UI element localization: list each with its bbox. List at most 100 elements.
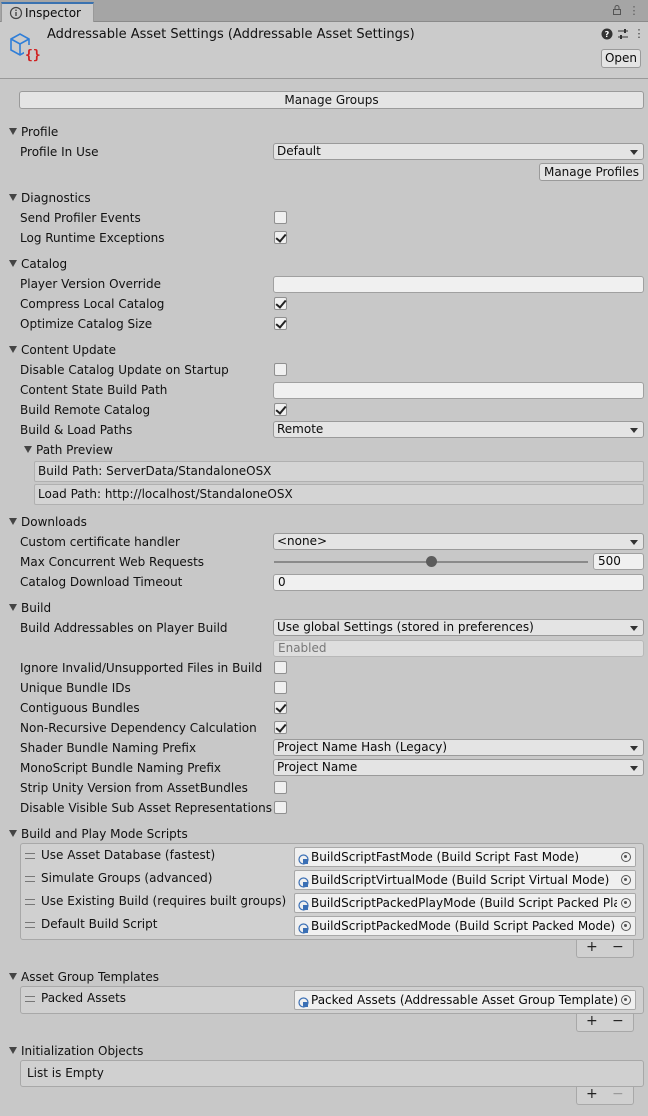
section-asset-group-templates[interactable]: Asset Group Templates (9, 970, 159, 984)
section-downloads[interactable]: Downloads (9, 515, 87, 529)
open-button[interactable]: Open (601, 49, 641, 68)
strip-unity-version-checkbox[interactable] (274, 781, 287, 794)
drag-handle-icon[interactable] (25, 996, 35, 1002)
dropdown-arrow-icon (630, 746, 638, 751)
add-item-button[interactable]: + (586, 1013, 598, 1029)
object-picker-icon[interactable] (617, 917, 635, 935)
non-recursive-label: Non-Recursive Dependency Calculation (20, 721, 257, 735)
disable-catalog-update-checkbox[interactable] (274, 363, 287, 376)
catalog-timeout-field[interactable]: 0 (273, 574, 644, 591)
max-concurrent-slider-thumb[interactable] (425, 556, 437, 567)
build-remote-catalog-checkbox[interactable] (274, 403, 287, 416)
content-state-build-path-label: Content State Build Path (20, 383, 168, 397)
tab-label: Inspector (25, 6, 81, 20)
section-title: Build (21, 601, 52, 615)
tab-inspector[interactable]: Inspector (1, 2, 94, 22)
catalog-timeout-label: Catalog Download Timeout (20, 575, 183, 589)
scriptable-object-icon (298, 852, 309, 865)
drag-handle-icon[interactable] (25, 922, 35, 928)
kebab-menu-icon[interactable]: ⋮ (633, 28, 645, 40)
inspector-header: {} Addressable Asset Settings (Addressab… (0, 22, 648, 79)
drag-handle-icon[interactable] (25, 853, 35, 859)
foldout-arrow-icon (9, 194, 17, 201)
path-preview-foldout[interactable]: Path Preview (24, 443, 113, 457)
scripts-list-controls: + − (576, 939, 634, 958)
empty-list-label: List is Empty (27, 1066, 104, 1080)
section-title: Asset Group Templates (21, 970, 159, 984)
unique-bundle-ids-checkbox[interactable] (274, 681, 287, 694)
lock-icon[interactable] (610, 4, 624, 18)
build-path-preview: Build Path: ServerData/StandaloneOSX (34, 461, 644, 482)
drag-handle-icon[interactable] (25, 876, 35, 882)
presets-icon[interactable] (617, 28, 629, 40)
non-recursive-checkbox[interactable] (274, 721, 287, 734)
manage-profiles-button[interactable]: Manage Profiles (539, 163, 644, 181)
object-picker-icon[interactable] (617, 894, 635, 912)
script-object-field[interactable]: BuildScriptFastMode (Build Script Fast M… (294, 847, 636, 867)
mono-prefix-dropdown[interactable]: Project Name (273, 759, 644, 776)
script-object-field[interactable]: BuildScriptPackedPlayMode (Build Script … (294, 893, 636, 913)
compress-local-catalog-checkbox[interactable] (274, 297, 287, 310)
info-icon (9, 6, 23, 20)
foldout-arrow-icon (9, 260, 17, 267)
remove-item-button[interactable]: − (612, 1013, 624, 1029)
build-on-player-label: Build Addressables on Player Build (20, 621, 228, 635)
contiguous-bundles-label: Contiguous Bundles (20, 701, 140, 715)
cert-handler-dropdown[interactable]: <none> (273, 533, 644, 550)
remove-item-button: − (612, 1086, 624, 1102)
foldout-arrow-icon (9, 830, 17, 837)
build-load-paths-label: Build & Load Paths (20, 423, 133, 437)
send-profiler-events-checkbox[interactable] (274, 211, 287, 224)
script-object-field[interactable]: BuildScriptPackedMode (Build Script Pack… (294, 916, 636, 936)
max-concurrent-field[interactable]: 500 (593, 553, 644, 570)
profile-in-use-dropdown[interactable]: Default (273, 143, 644, 160)
optimize-catalog-size-checkbox[interactable] (274, 317, 287, 330)
dropdown-value: Project Name Hash (Legacy) (277, 740, 448, 754)
max-concurrent-label: Max Concurrent Web Requests (20, 555, 205, 569)
object-field-value: BuildScriptPackedMode (Build Script Pack… (311, 919, 616, 933)
build-on-player-dropdown[interactable]: Use global Settings (stored in preferenc… (273, 619, 644, 636)
manage-groups-button[interactable]: Manage Groups (19, 91, 644, 109)
section-diagnostics[interactable]: Diagnostics (9, 191, 91, 205)
section-profile[interactable]: Profile (9, 125, 58, 139)
load-path-preview: Load Path: http://localhost/StandaloneOS… (34, 484, 644, 505)
build-load-paths-dropdown[interactable]: Remote (273, 421, 644, 438)
template-object-field[interactable]: Packed Assets (Addressable Asset Group T… (294, 990, 636, 1010)
templates-list-controls: + − (576, 1013, 634, 1032)
object-picker-icon[interactable] (617, 871, 635, 889)
object-picker-icon[interactable] (617, 991, 635, 1009)
object-picker-icon[interactable] (617, 848, 635, 866)
section-title: Path Preview (36, 443, 113, 457)
foldout-arrow-icon (9, 1047, 17, 1054)
section-content-update[interactable]: Content Update (9, 343, 116, 357)
section-build-play-mode-scripts[interactable]: Build and Play Mode Scripts (9, 827, 188, 841)
content-state-build-path-field[interactable] (273, 382, 644, 399)
dropdown-arrow-icon (630, 540, 638, 545)
foldout-arrow-icon (9, 973, 17, 980)
build-remote-catalog-label: Build Remote Catalog (20, 403, 151, 417)
disable-sub-asset-label: Disable Visible Sub Asset Representation… (20, 801, 272, 815)
player-version-override-field[interactable] (273, 276, 644, 293)
scriptable-object-icon (298, 898, 309, 911)
section-catalog[interactable]: Catalog (9, 257, 67, 271)
remove-item-button[interactable]: − (612, 939, 624, 955)
foldout-arrow-icon (9, 346, 17, 353)
ignore-invalid-checkbox[interactable] (274, 661, 287, 674)
log-runtime-exceptions-label: Log Runtime Exceptions (20, 231, 165, 245)
disable-sub-asset-checkbox[interactable] (274, 801, 287, 814)
unique-bundle-ids-label: Unique Bundle IDs (20, 681, 131, 695)
add-item-button[interactable]: + (586, 939, 598, 955)
contiguous-bundles-checkbox[interactable] (274, 701, 287, 714)
shader-prefix-dropdown[interactable]: Project Name Hash (Legacy) (273, 739, 644, 756)
section-initialization-objects[interactable]: Initialization Objects (9, 1044, 143, 1058)
scriptable-object-icon (298, 875, 309, 888)
script-object-field[interactable]: BuildScriptVirtualMode (Build Script Vir… (294, 870, 636, 890)
drag-handle-icon[interactable] (25, 899, 35, 905)
help-icon[interactable]: ? (601, 28, 613, 40)
add-item-button[interactable]: + (586, 1086, 598, 1102)
strip-unity-version-label: Strip Unity Version from AssetBundles (20, 781, 248, 795)
kebab-menu-icon[interactable]: ⋮ (627, 4, 641, 18)
section-build[interactable]: Build (9, 601, 51, 615)
log-runtime-exceptions-checkbox[interactable] (274, 231, 287, 244)
section-title: Build and Play Mode Scripts (21, 827, 188, 841)
